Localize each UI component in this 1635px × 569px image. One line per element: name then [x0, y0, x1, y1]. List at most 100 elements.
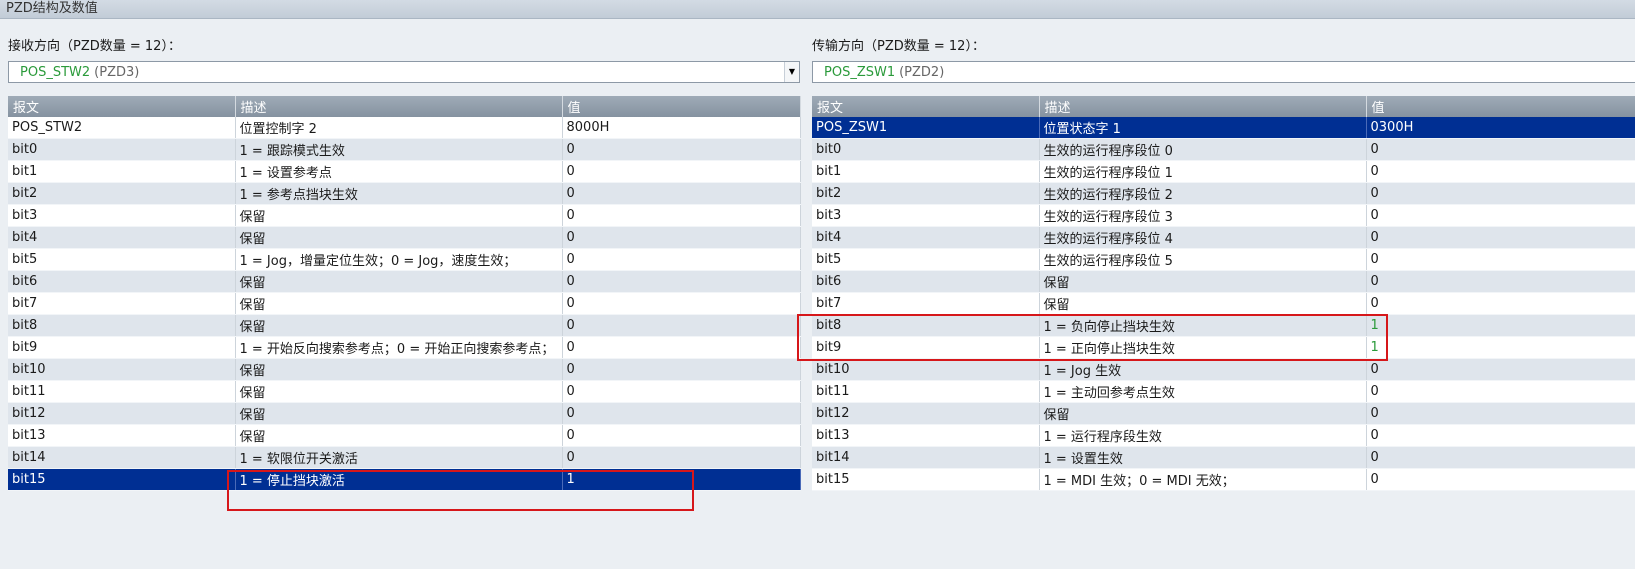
value-cell: 0: [562, 204, 801, 227]
description-cell: 保留: [235, 292, 563, 315]
table-row[interactable]: bit0 1 = 跟踪模式生效 0: [8, 138, 801, 161]
table-row[interactable]: bit0 生效的运行程序段位 00: [812, 138, 1635, 161]
telegram-cell: bit4: [812, 226, 1040, 249]
value-cell: 8000H: [562, 117, 801, 139]
telegram-cell: POS_STW2: [8, 117, 236, 139]
telegram-cell: bit3: [812, 204, 1040, 227]
description-cell: 保留: [235, 226, 563, 249]
table-row[interactable]: bit9 1 = 开始反向搜索参考点；0 = 开始正向搜索参考点； 0: [8, 336, 801, 359]
table-row[interactable]: bit14 1 = 软限位开关激活 0: [8, 446, 801, 469]
table-row[interactable]: bit1 生效的运行程序段位 10: [812, 160, 1635, 183]
value-cell: 0300H: [1366, 117, 1635, 139]
value-cell: 0: [1366, 248, 1635, 271]
description-cell: 保留: [235, 424, 563, 447]
table-row[interactable]: bit5 1 = Jog，增量定位生效；0 = Jog，速度生效； 0: [8, 248, 801, 271]
column-header-value[interactable]: 值: [1366, 96, 1635, 117]
value-cell: 0: [562, 270, 801, 293]
value-cell: 0: [562, 380, 801, 403]
column-header-telegram[interactable]: 报文: [8, 96, 236, 117]
value-cell: 1: [562, 468, 801, 491]
table-row[interactable]: bit3 保留 0: [8, 204, 801, 227]
telegram-cell: POS_ZSW1: [812, 117, 1040, 139]
table-row[interactable]: bit12 保留 0: [8, 402, 801, 425]
table-row[interactable]: bit2 1 = 参考点挡块生效 0: [8, 182, 801, 205]
table-row[interactable]: bit15 1 = MDI 生效；0 = MDI 无效； 0: [812, 468, 1635, 491]
value-cell: 0: [562, 248, 801, 271]
telegram-cell: bit14: [812, 446, 1040, 469]
value-cell: 0: [1366, 270, 1635, 293]
description-cell: 保留: [1039, 270, 1367, 293]
receive-direction-label: 接收方向（PZD数量 = 12）：: [8, 39, 181, 54]
table-row[interactable]: bit2 生效的运行程序段位 20: [812, 182, 1635, 205]
telegram-cell: bit12: [8, 402, 236, 425]
table-row[interactable]: bit11 保留 0: [8, 380, 801, 403]
table-row[interactable]: bit6 保留 0: [8, 270, 801, 293]
table-row[interactable]: bit13 保留 0: [8, 424, 801, 447]
value-cell: 0: [1366, 402, 1635, 425]
telegram-cell: bit10: [8, 358, 236, 381]
value-cell: 0: [562, 358, 801, 381]
description-cell: 保留: [235, 204, 563, 227]
description-cell: 1 = 正向停止挡块生效: [1039, 336, 1367, 359]
telegram-cell: bit9: [812, 336, 1040, 359]
description-cell: 1 = MDI 生效；0 = MDI 无效；: [1039, 468, 1367, 491]
table-row[interactable]: bit13 1 = 运行程序段生效 0: [812, 424, 1635, 447]
telegram-cell: bit2: [812, 182, 1040, 205]
table-row[interactable]: bit12 保留 0: [812, 402, 1635, 425]
table-row[interactable]: bit11 1 = 主动回参考点生效 0: [812, 380, 1635, 403]
receive-select-value: POS_STW2 (PZD3): [20, 65, 140, 80]
table-row[interactable]: bit4 保留 0: [8, 226, 801, 249]
table-row[interactable]: POS_STW2 位置控制字 2 8000H: [8, 117, 801, 139]
description-cell: 保留: [235, 402, 563, 425]
dropdown-arrow-icon[interactable]: ▼: [784, 62, 799, 82]
description-cell: 保留: [235, 314, 563, 337]
table-row[interactable]: bit8 保留 0: [8, 314, 801, 337]
telegram-cell: bit9: [8, 336, 236, 359]
telegram-cell: bit1: [8, 160, 236, 183]
table-row[interactable]: bit15 1 = 停止挡块激活 1: [8, 468, 801, 491]
table-row[interactable]: bit4 生效的运行程序段位 40: [812, 226, 1635, 249]
column-header-value[interactable]: 值: [562, 96, 801, 117]
table-row[interactable]: bit9 1 = 正向停止挡块生效 1: [812, 336, 1635, 359]
telegram-cell: bit15: [812, 468, 1040, 491]
description-cell: 1 = 主动回参考点生效: [1039, 380, 1367, 403]
table-row[interactable]: bit5 生效的运行程序段位 50: [812, 248, 1635, 271]
table-row[interactable]: bit8 1 = 负向停止挡块生效 1: [812, 314, 1635, 337]
value-cell: 0: [1366, 138, 1635, 161]
telegram-cell: bit13: [812, 424, 1040, 447]
table-row[interactable]: bit6 保留 0: [812, 270, 1635, 293]
column-header-telegram[interactable]: 报文: [812, 96, 1040, 117]
description-cell: 位置控制字 2: [235, 117, 563, 139]
description-cell: 1 = 负向停止挡块生效: [1039, 314, 1367, 337]
telegram-cell: bit1: [812, 160, 1040, 183]
column-header-description[interactable]: 描述: [1039, 96, 1367, 117]
telegram-cell: bit13: [8, 424, 236, 447]
value-cell: 0: [562, 160, 801, 183]
table-row[interactable]: POS_ZSW1 位置状态字 1 0300H: [812, 117, 1635, 139]
table-row[interactable]: bit7 保留 0: [812, 292, 1635, 315]
table-row[interactable]: bit10 保留 0: [8, 358, 801, 381]
description-cell: 生效的运行程序段位 3: [1039, 204, 1367, 227]
table-row[interactable]: bit1 1 = 设置参考点 0: [8, 160, 801, 183]
table-header-row: 报文 描述 值: [812, 96, 1635, 117]
description-cell: 生效的运行程序段位 1: [1039, 160, 1367, 183]
description-cell: 生效的运行程序段位 4: [1039, 226, 1367, 249]
receive-telegram-select[interactable]: POS_STW2 (PZD3) ▼: [8, 61, 800, 83]
column-header-description[interactable]: 描述: [235, 96, 563, 117]
telegram-cell: bit4: [8, 226, 236, 249]
transmit-telegram-select[interactable]: POS_ZSW1 (PZD2): [812, 61, 1635, 83]
description-cell: 保留: [235, 380, 563, 403]
transmit-direction-label: 传输方向（PZD数量 = 12）：: [812, 39, 985, 54]
table-row[interactable]: bit14 1 = 设置生效 0: [812, 446, 1635, 469]
value-cell: 0: [1366, 358, 1635, 381]
value-cell: 1: [1366, 314, 1635, 337]
description-cell: 1 = 设置参考点: [235, 160, 563, 183]
description-cell: 1 = 设置生效: [1039, 446, 1367, 469]
table-row[interactable]: bit3 生效的运行程序段位 30: [812, 204, 1635, 227]
value-cell: 0: [562, 226, 801, 249]
table-row[interactable]: bit10 1 = Jog 生效 0: [812, 358, 1635, 381]
table-row[interactable]: bit7 保留 0: [8, 292, 801, 315]
telegram-cell: bit6: [812, 270, 1040, 293]
description-cell: 保留: [235, 270, 563, 293]
telegram-cell: bit2: [8, 182, 236, 205]
